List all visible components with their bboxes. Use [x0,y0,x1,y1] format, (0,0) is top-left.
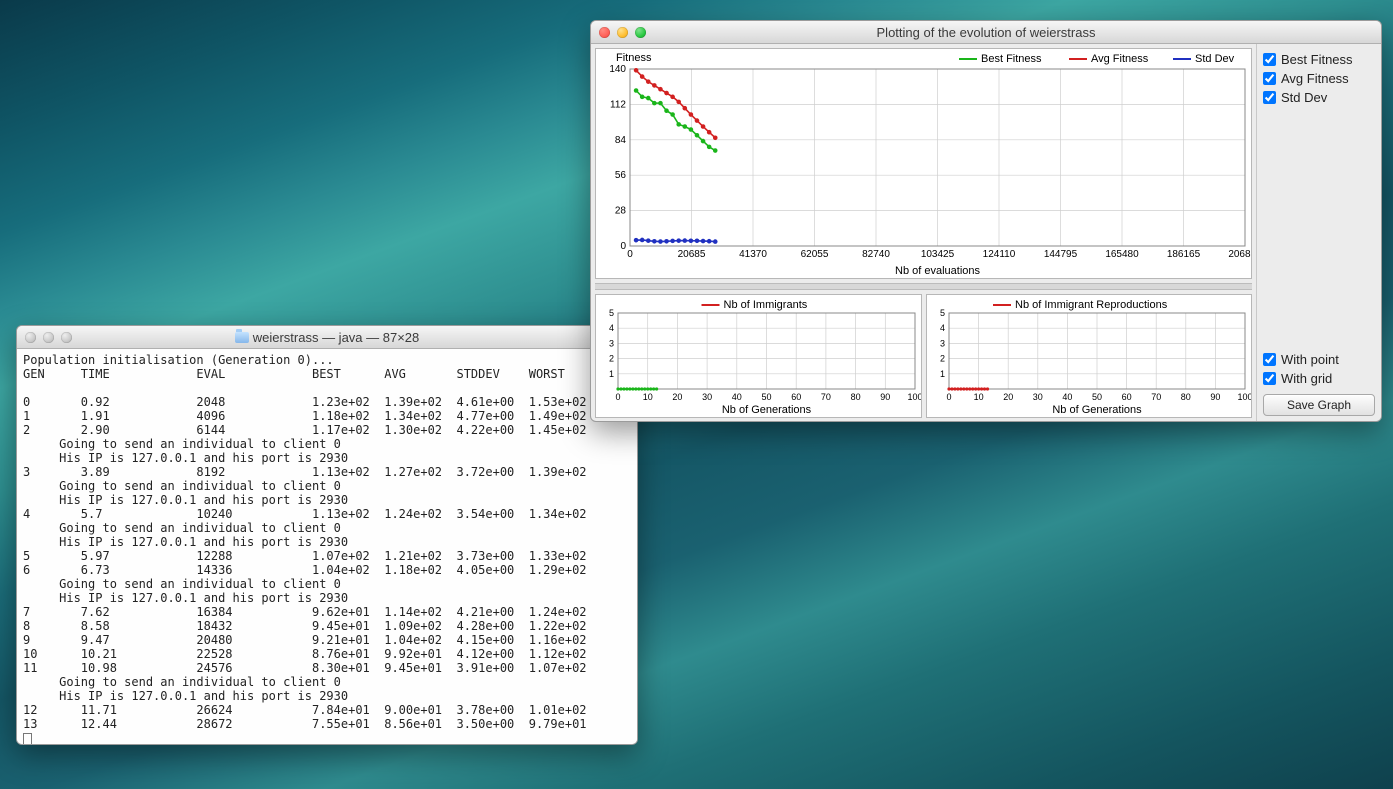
checkbox-avg-fitness[interactable]: Avg Fitness [1263,71,1375,86]
svg-text:90: 90 [1210,392,1220,402]
svg-text:Nb of Immigrant Reproductions: Nb of Immigrant Reproductions [1015,299,1168,311]
svg-text:70: 70 [1151,392,1161,402]
svg-text:100: 100 [1237,392,1251,402]
svg-text:50: 50 [761,392,771,402]
checkbox-with-point[interactable]: With point [1263,352,1375,367]
svg-text:2: 2 [940,354,945,364]
svg-text:30: 30 [702,392,712,402]
svg-text:3: 3 [940,338,945,348]
svg-text:5: 5 [609,308,614,318]
svg-text:Nb of evaluations: Nb of evaluations [895,265,980,277]
svg-text:10: 10 [974,392,984,402]
svg-text:56: 56 [615,170,627,181]
svg-text:2: 2 [609,354,614,364]
zoom-icon[interactable] [635,27,646,38]
svg-text:Nb of Immigrants: Nb of Immigrants [724,299,808,311]
svg-text:Fitness: Fitness [616,52,652,64]
svg-text:140: 140 [609,64,626,75]
svg-text:165480: 165480 [1105,249,1139,260]
terminal-cursor [23,733,32,745]
svg-text:Std Dev: Std Dev [1195,53,1235,65]
svg-text:80: 80 [851,392,861,402]
svg-text:70: 70 [821,392,831,402]
zoom-icon[interactable] [61,332,72,343]
side-panel: Best Fitness Avg Fitness Std Dev With po… [1256,44,1381,422]
minimize-icon[interactable] [617,27,628,38]
svg-text:3: 3 [609,338,614,348]
svg-text:0: 0 [946,392,951,402]
splitter-handle[interactable] [595,283,1252,290]
svg-text:112: 112 [610,99,626,110]
svg-text:0: 0 [627,249,633,260]
svg-text:82740: 82740 [862,249,890,260]
svg-text:103425: 103425 [921,249,955,260]
svg-text:Best Fitness: Best Fitness [981,53,1042,65]
svg-text:60: 60 [1122,392,1132,402]
svg-text:10: 10 [643,392,653,402]
svg-text:186165: 186165 [1167,249,1201,260]
svg-text:Avg Fitness: Avg Fitness [1091,53,1149,65]
svg-text:Nb of Generations: Nb of Generations [1052,404,1142,416]
svg-text:90: 90 [880,392,890,402]
fitness-chart: 0 20685 41370 62055 82740 103425 124110 144795 1… [595,48,1252,279]
immigrants-chart: 0 10 20 30 40 50 60 70 80 90 100 1 2 3 4 5 Nb of Immigra… [595,294,922,418]
svg-text:100: 100 [907,392,921,402]
svg-text:60: 60 [791,392,801,402]
terminal-titlebar[interactable]: weierstrass — java — 87×28 [17,326,637,349]
svg-text:28: 28 [615,206,627,217]
svg-text:41370: 41370 [739,249,767,260]
terminal-title: weierstrass — java — 87×28 [17,330,637,345]
checkbox-std-dev[interactable]: Std Dev [1263,90,1375,105]
svg-text:50: 50 [1092,392,1102,402]
close-icon[interactable] [25,332,36,343]
svg-text:Nb of Generations: Nb of Generations [722,404,812,416]
svg-text:124110: 124110 [983,249,1016,260]
checkbox-best-fitness[interactable]: Best Fitness [1263,52,1375,67]
svg-text:0: 0 [620,241,626,252]
svg-text:80: 80 [1181,392,1191,402]
svg-text:20: 20 [1003,392,1013,402]
svg-text:206850: 206850 [1228,249,1251,260]
plot-window: Plotting of the evolution of weierstrass… [590,20,1382,422]
svg-text:20: 20 [672,392,682,402]
plot-titlebar[interactable]: Plotting of the evolution of weierstrass [591,21,1381,44]
svg-text:84: 84 [615,135,627,146]
svg-text:30: 30 [1033,392,1043,402]
reproductions-chart: 0 10 20 30 40 50 60 70 80 90 100 1 2 3 4 5 Nb of Immigra… [926,294,1252,418]
terminal-output[interactable]: Population initialisation (Generation 0)… [17,349,637,745]
svg-text:40: 40 [732,392,742,402]
svg-text:62055: 62055 [801,249,829,260]
save-graph-button[interactable]: Save Graph [1263,394,1375,416]
terminal-window: weierstrass — java — 87×28 Population in… [16,325,638,745]
svg-text:20685: 20685 [678,249,706,260]
svg-text:1: 1 [609,369,614,379]
close-icon[interactable] [599,27,610,38]
svg-text:4: 4 [940,323,945,333]
svg-text:0: 0 [615,392,620,402]
svg-text:5: 5 [940,308,945,318]
folder-icon [235,332,249,343]
plot-title: Plotting of the evolution of weierstrass [591,25,1381,40]
minimize-icon[interactable] [43,332,54,343]
svg-text:1: 1 [940,369,945,379]
svg-text:4: 4 [609,323,614,333]
checkbox-with-grid[interactable]: With grid [1263,371,1375,386]
svg-text:40: 40 [1062,392,1072,402]
svg-text:144795: 144795 [1044,249,1078,260]
